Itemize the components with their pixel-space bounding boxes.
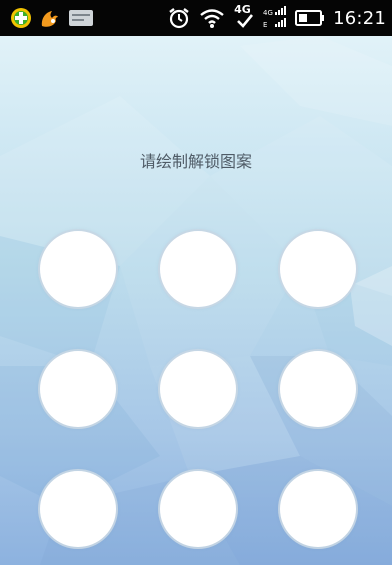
uc-browser-icon [38, 6, 62, 30]
status-right-icons: 4G 4G E 16:21 [167, 0, 386, 36]
pattern-dot-7[interactable] [40, 471, 116, 547]
lock-screen: 请绘制解锁图案 [0, 36, 392, 565]
svg-text:4G: 4G [263, 9, 273, 17]
pattern-dot-1[interactable] [40, 231, 116, 307]
pattern-dot-6[interactable] [280, 351, 356, 427]
pattern-dot-4[interactable] [40, 351, 116, 427]
status-bar: 4G 4G E 16:21 [0, 0, 392, 36]
signal-icon: 4G E [263, 6, 287, 30]
status-left-icons [10, 0, 94, 36]
status-time: 16:21 [333, 7, 386, 29]
alarm-icon [167, 6, 191, 30]
pattern-prompt: 请绘制解锁图案 [139, 152, 252, 171]
pattern-dot-9[interactable] [280, 471, 356, 547]
pattern-dot-8[interactable] [160, 471, 236, 547]
wifi-icon [199, 7, 225, 29]
pattern-dot-2[interactable] [160, 231, 236, 307]
notification-card-icon [68, 8, 94, 28]
360-security-icon [10, 7, 32, 29]
4g-icon: 4G [233, 3, 255, 32]
svg-text:E: E [263, 21, 267, 29]
pattern-dot-3[interactable] [280, 231, 356, 307]
pattern-dot-5[interactable] [160, 351, 236, 427]
battery-icon [295, 9, 325, 27]
